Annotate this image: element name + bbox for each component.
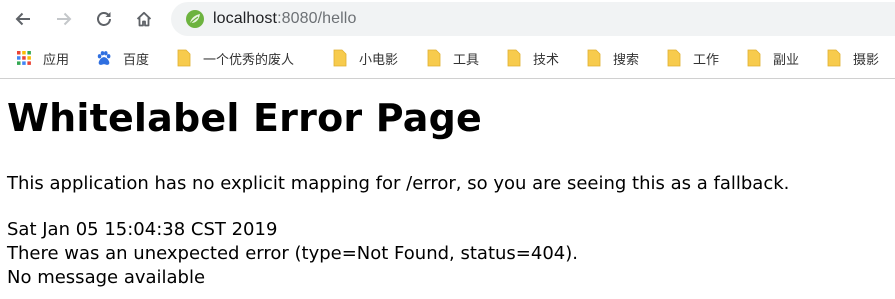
bookmark-label: 摄影 <box>853 52 880 68</box>
folder-icon <box>426 49 442 67</box>
bookmark-label: 技术 <box>533 52 560 68</box>
bookmark-label: 一个优秀的废人 <box>203 52 295 68</box>
spring-leaf-icon <box>185 9 205 29</box>
bookmark-folder[interactable]: 搜索 <box>586 48 639 68</box>
home-icon[interactable] <box>132 7 156 31</box>
bookmark-label: 工具 <box>453 52 480 68</box>
error-text: There was an unexpected error (type=Not … <box>7 243 578 264</box>
reload-icon[interactable] <box>92 7 116 31</box>
bookmark-folder[interactable]: 技术 <box>506 48 559 68</box>
address-bar[interactable]: localhost:8080/hello <box>171 2 895 36</box>
bookmark-label: 百度 <box>123 52 150 68</box>
bookmark-folder[interactable]: 副业 <box>746 48 799 68</box>
url-host: localhost <box>213 10 278 27</box>
url-text[interactable]: localhost:8080/hello <box>213 10 356 28</box>
bookmark-folder[interactable]: 工作 <box>666 48 719 68</box>
bookmark-baidu[interactable]: 百度 <box>96 48 149 68</box>
url-path: :8080/hello <box>277 10 357 27</box>
folder-icon <box>666 49 682 67</box>
explanation-text: This application has no explicit mapping… <box>7 173 790 194</box>
apps-grid-icon <box>16 50 32 66</box>
folder-icon <box>176 49 192 67</box>
bookmark-label: 小电影 <box>359 52 399 68</box>
folder-icon <box>506 49 522 67</box>
bookmark-label: 副业 <box>773 52 800 68</box>
message-text: No message available <box>7 267 206 288</box>
folder-icon <box>826 49 842 67</box>
folder-icon <box>746 49 762 67</box>
navigation-bar: localhost:8080/hello <box>0 0 895 38</box>
bookmark-label: 应用 <box>43 52 70 68</box>
baidu-paw-icon <box>96 50 112 66</box>
bookmarks-bar: 应用 百度 一个优秀的废人 小电影 工具 技术 搜索 工作 副业 摄影 <box>0 38 895 79</box>
bookmark-label: 工作 <box>693 52 720 68</box>
timestamp-text: Sat Jan 05 15:04:38 CST 2019 <box>7 219 278 240</box>
arrow-right-icon[interactable] <box>52 7 76 31</box>
page-title: Whitelabel Error Page <box>7 96 482 140</box>
arrow-left-icon[interactable] <box>11 7 35 31</box>
folder-icon <box>586 49 602 67</box>
browser-chrome: localhost:8080/hello 应用 百度 一个优秀的废人 小电影 工… <box>0 0 895 79</box>
bookmark-folder[interactable]: 一个优秀的废人 <box>176 48 294 68</box>
bookmark-folder[interactable]: 工具 <box>426 48 479 68</box>
bookmark-folder[interactable]: 摄影 <box>826 48 879 68</box>
bookmark-label: 搜索 <box>613 52 640 68</box>
bookmark-apps[interactable]: 应用 <box>16 48 69 68</box>
folder-icon <box>332 49 348 67</box>
bookmark-folder[interactable]: 小电影 <box>332 48 398 68</box>
